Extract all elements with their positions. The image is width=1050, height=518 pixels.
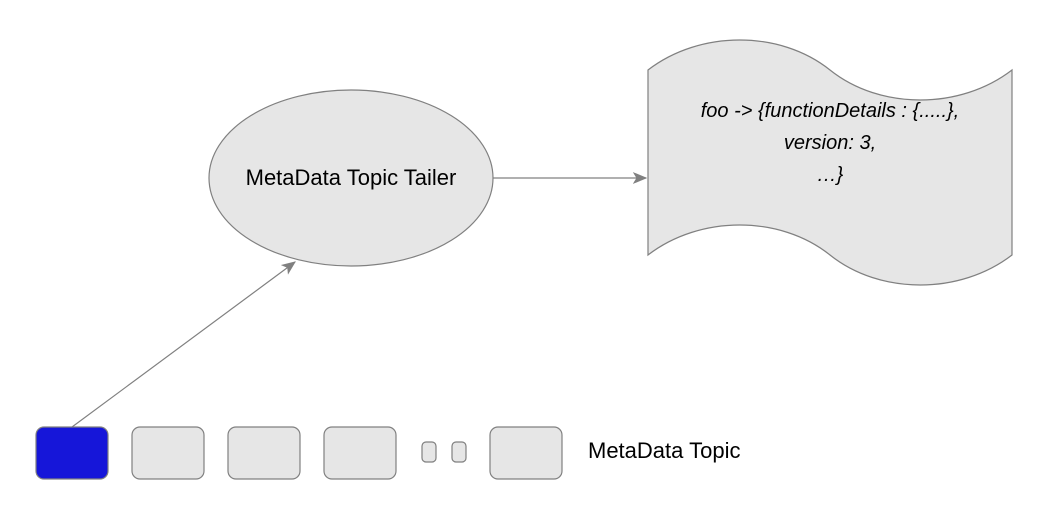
topic-box (324, 427, 396, 479)
topic-box (132, 427, 204, 479)
topic-box (228, 427, 300, 479)
document-shape (648, 40, 1012, 285)
tailer-ellipse (209, 90, 493, 266)
arrow-topic-to-tailer (72, 262, 295, 427)
topic-box-active (36, 427, 108, 479)
diagram-canvas (0, 0, 1050, 518)
topic-ellipsis-box (452, 442, 466, 462)
topic-box (490, 427, 562, 479)
topic-ellipsis-box (422, 442, 436, 462)
